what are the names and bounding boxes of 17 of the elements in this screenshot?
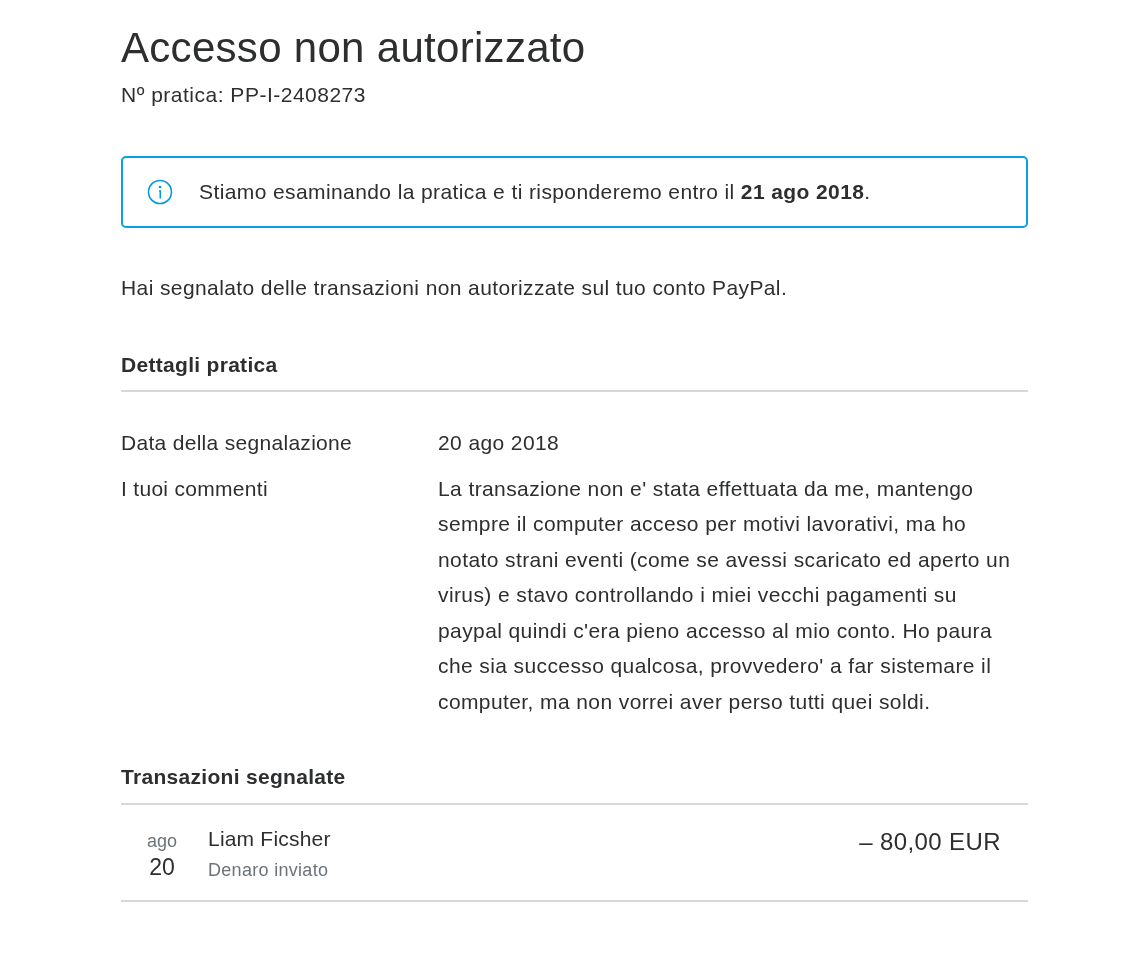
transaction-day: 20: [149, 853, 175, 881]
detail-value: 20 ago 2018: [438, 430, 561, 456]
detail-value: La transazione non e' stata effettuata da me, mantengo sempre il computer acceso per motivi lavorativi, ma ho notato strani eventi (come se avessi scaricato ed aperto un virus) e stavo controllando i miei vecchi pagamenti su paypal quindi c'era pieno accesso al mio conto. Ho paura che sia successo qualcosa, provvedero' a far sistemare il computer, ma non vorrei aver perso tutti quei soldi.: [438, 475, 1012, 715]
intro-text: Hai segnalato delle transazioni non autorizzate sul tuo conto PayPal.: [121, 275, 788, 301]
case-number: Nº pratica: PP-I-2408273: [121, 82, 366, 108]
transaction-name: Liam Ficsher: [208, 826, 331, 852]
info-icon: [147, 179, 173, 205]
detail-label: Data della segnalazione: [121, 431, 353, 454]
transaction-row[interactable]: ago 20 Liam Ficsher Denaro inviato – 80,00 EUR: [121, 805, 1028, 902]
transaction-month: ago: [146, 830, 177, 853]
transaction-amount: – 80,00 EUR: [859, 828, 1001, 856]
transaction-type: Denaro inviato: [208, 859, 329, 882]
notice-text: Stiamo esaminando la pratica e ti risponderemo entro il 21 ago 2018.: [199, 179, 871, 205]
section-heading: Dettagli pratica: [121, 352, 278, 378]
section-heading: Transazioni segnalate: [121, 764, 346, 790]
detail-label: I tuoi commenti: [121, 476, 268, 500]
page-title: Accesso non autorizzato: [121, 24, 586, 72]
